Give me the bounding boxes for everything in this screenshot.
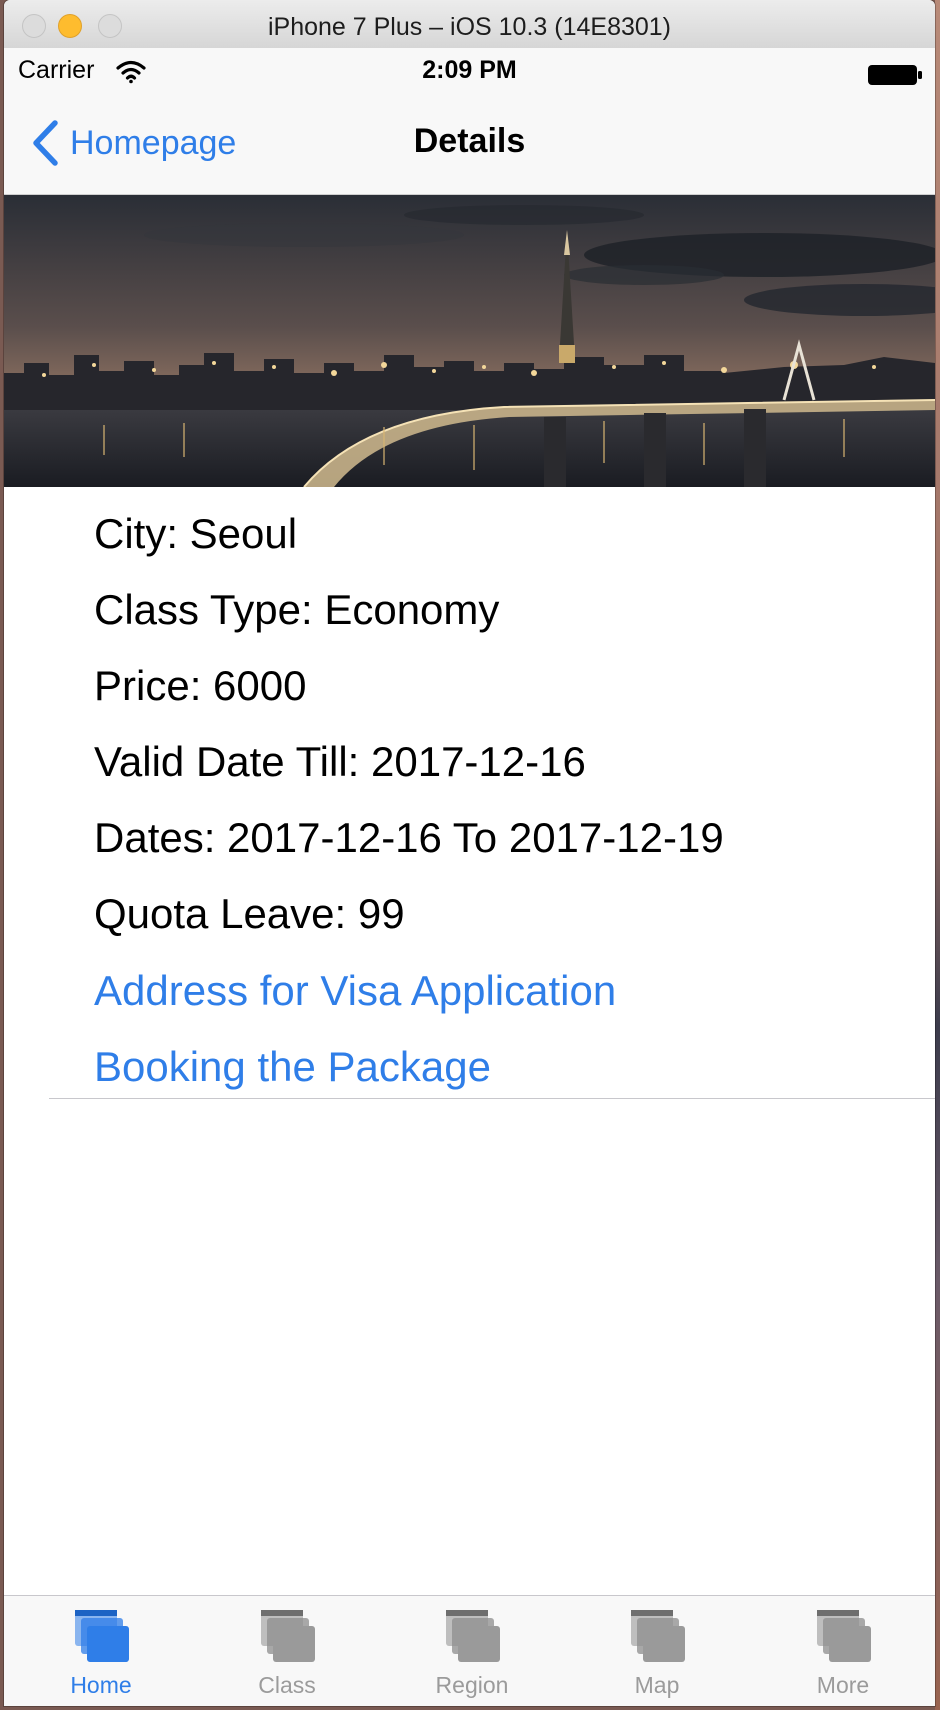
tab-map-icon (631, 1610, 685, 1662)
tab-map[interactable]: Map (582, 1596, 732, 1706)
visa-application-link[interactable]: Address for Visa Application (94, 967, 616, 1015)
battery-icon (868, 65, 922, 85)
tab-more-label: More (816, 1672, 870, 1698)
tab-more-icon (817, 1610, 871, 1662)
tab-region-icon (446, 1610, 500, 1662)
status-bar: Carrier 2:09 PM (4, 48, 935, 98)
window-titlebar: iPhone 7 Plus – iOS 10.3 (14E8301) (4, 0, 935, 49)
booking-package-link[interactable]: Booking the Package (94, 1043, 491, 1091)
status-time: 2:09 PM (422, 56, 517, 84)
tab-home-icon (75, 1610, 129, 1662)
simulator-window: iPhone 7 Plus – iOS 10.3 (14E8301) Carri… (4, 0, 935, 1706)
window-title: iPhone 7 Plus – iOS 10.3 (14E8301) (267, 13, 672, 41)
tab-region-label: Region (435, 1672, 509, 1698)
tab-class-label: Class (258, 1672, 316, 1698)
quota-label: Quota Leave: 99 (94, 890, 405, 937)
desktop-background (935, 0, 940, 1710)
navigation-bar: Homepage Details (4, 98, 935, 195)
dates-label: Dates: 2017-12-16 To 2017-12-19 (94, 814, 724, 861)
tab-bar: Home Class Region Map More (4, 1595, 935, 1706)
tab-more[interactable]: More (768, 1596, 918, 1706)
valid-date-label: Valid Date Till: 2017-12-16 (94, 738, 586, 785)
tab-home-label: Home (70, 1672, 132, 1698)
city-label: City: Seoul (94, 510, 298, 557)
page-title: Details (413, 122, 526, 160)
tab-home[interactable]: Home (26, 1596, 176, 1706)
tab-class[interactable]: Class (212, 1596, 362, 1706)
tab-region[interactable]: Region (397, 1596, 547, 1706)
list-separator (49, 1098, 935, 1099)
price-label: Price: 6000 (94, 662, 307, 709)
tab-map-label: Map (634, 1672, 680, 1698)
class-type-label: Class Type: Economy (94, 586, 500, 633)
city-skyline-photo (4, 195, 935, 487)
tab-class-icon (261, 1610, 315, 1662)
